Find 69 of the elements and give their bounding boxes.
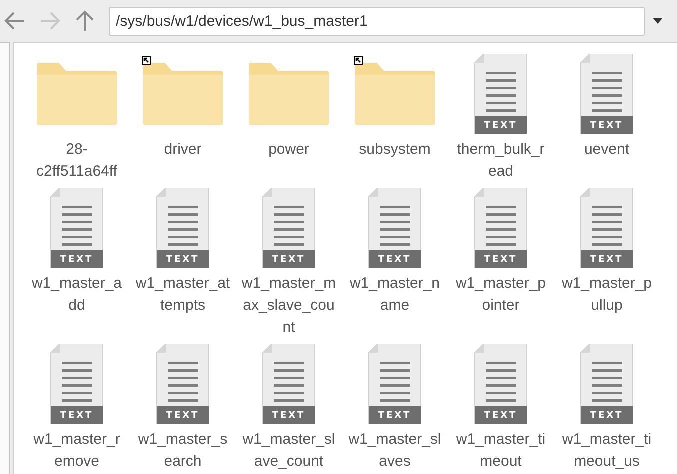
text-file-icon — [580, 344, 634, 424]
file-type-label: TEXT — [589, 254, 625, 266]
text-file-icon — [156, 188, 210, 268]
file-name-label: w1_master_remove — [32, 430, 122, 472]
file-name-label: w1_master_add — [30, 274, 124, 316]
file-type-label: TEXT — [165, 254, 201, 266]
file-name-label: w1_master_name — [348, 274, 442, 316]
folder-icon — [249, 63, 329, 125]
file-name-label: 28-c2ff511a64ff — [36, 140, 118, 182]
file-name-label: w1_master_pointer — [454, 274, 548, 316]
text-file-icon — [368, 188, 422, 268]
file-name-label: w1_master_max_slave_count — [242, 274, 336, 338]
file-item[interactable]: TEXT — [474, 341, 528, 427]
text-file-icon — [474, 54, 528, 134]
file-name-label: w1_master_slaves — [348, 430, 442, 472]
path-field[interactable]: /sys/bus/w1/devices/w1_bus_master1 — [109, 6, 645, 36]
file-item[interactable]: TEXT — [262, 341, 316, 427]
forward-arrow-icon — [39, 11, 61, 31]
text-file-icon — [580, 54, 634, 134]
file-item[interactable]: TEXT — [262, 185, 316, 271]
text-file-icon — [580, 188, 634, 268]
file-name-label: w1_master_attempts — [136, 274, 230, 316]
file-type-label: TEXT — [165, 410, 201, 422]
file-type-label: TEXT — [271, 254, 307, 266]
file-item[interactable]: TEXT — [580, 341, 634, 427]
file-type-label: TEXT — [483, 254, 519, 266]
file-name-label: w1_master_timeout_us — [561, 430, 653, 472]
file-item[interactable]: TEXT — [368, 341, 422, 427]
text-file-icon — [50, 188, 104, 268]
folder-icon — [143, 63, 223, 125]
back-arrow-icon — [4, 11, 26, 31]
file-item[interactable]: TEXT — [50, 185, 104, 271]
text-file-icon — [474, 188, 528, 268]
file-name-label: w1_master_pullup — [560, 274, 654, 316]
file-name-label: w1_master_search — [137, 430, 229, 472]
file-item[interactable]: TEXT — [156, 185, 210, 271]
file-type-label: TEXT — [271, 410, 307, 422]
text-file-icon — [368, 344, 422, 424]
file-item[interactable]: TEXT — [474, 51, 528, 137]
text-file-icon — [262, 188, 316, 268]
file-item[interactable]: TEXT — [580, 51, 634, 137]
file-type-label: TEXT — [589, 410, 625, 422]
file-name-label: subsystem — [358, 140, 432, 160]
file-name-label: w1_master_timeout — [455, 430, 547, 472]
file-type-label: TEXT — [483, 120, 519, 132]
text-file-icon — [474, 344, 528, 424]
file-item[interactable]: TEXT — [474, 185, 528, 271]
file-item[interactable]: TEXT — [156, 341, 210, 427]
text-file-icon — [156, 344, 210, 424]
file-name-label: w1_master_slave_count — [242, 430, 336, 472]
folder-icon — [37, 63, 117, 125]
text-file-icon — [262, 344, 316, 424]
file-type-label: TEXT — [377, 410, 413, 422]
up-arrow-icon — [75, 10, 95, 32]
file-name-label: therm_bulk_read — [456, 140, 546, 182]
file-item[interactable]: TEXT — [50, 341, 104, 427]
file-type-label: TEXT — [59, 410, 95, 422]
text-file-icon — [50, 344, 104, 424]
file-item[interactable]: TEXT — [368, 185, 422, 271]
file-type-label: TEXT — [59, 254, 95, 266]
file-name-label: power — [268, 140, 310, 160]
folder-icon — [355, 63, 435, 125]
file-type-label: TEXT — [589, 120, 625, 132]
file-type-label: TEXT — [377, 254, 413, 266]
caret-icon — [653, 18, 663, 24]
file-item[interactable]: TEXT — [580, 185, 634, 271]
file-name-label: driver — [163, 140, 203, 160]
file-name-label: uevent — [583, 140, 631, 160]
file-type-label: TEXT — [483, 410, 519, 422]
